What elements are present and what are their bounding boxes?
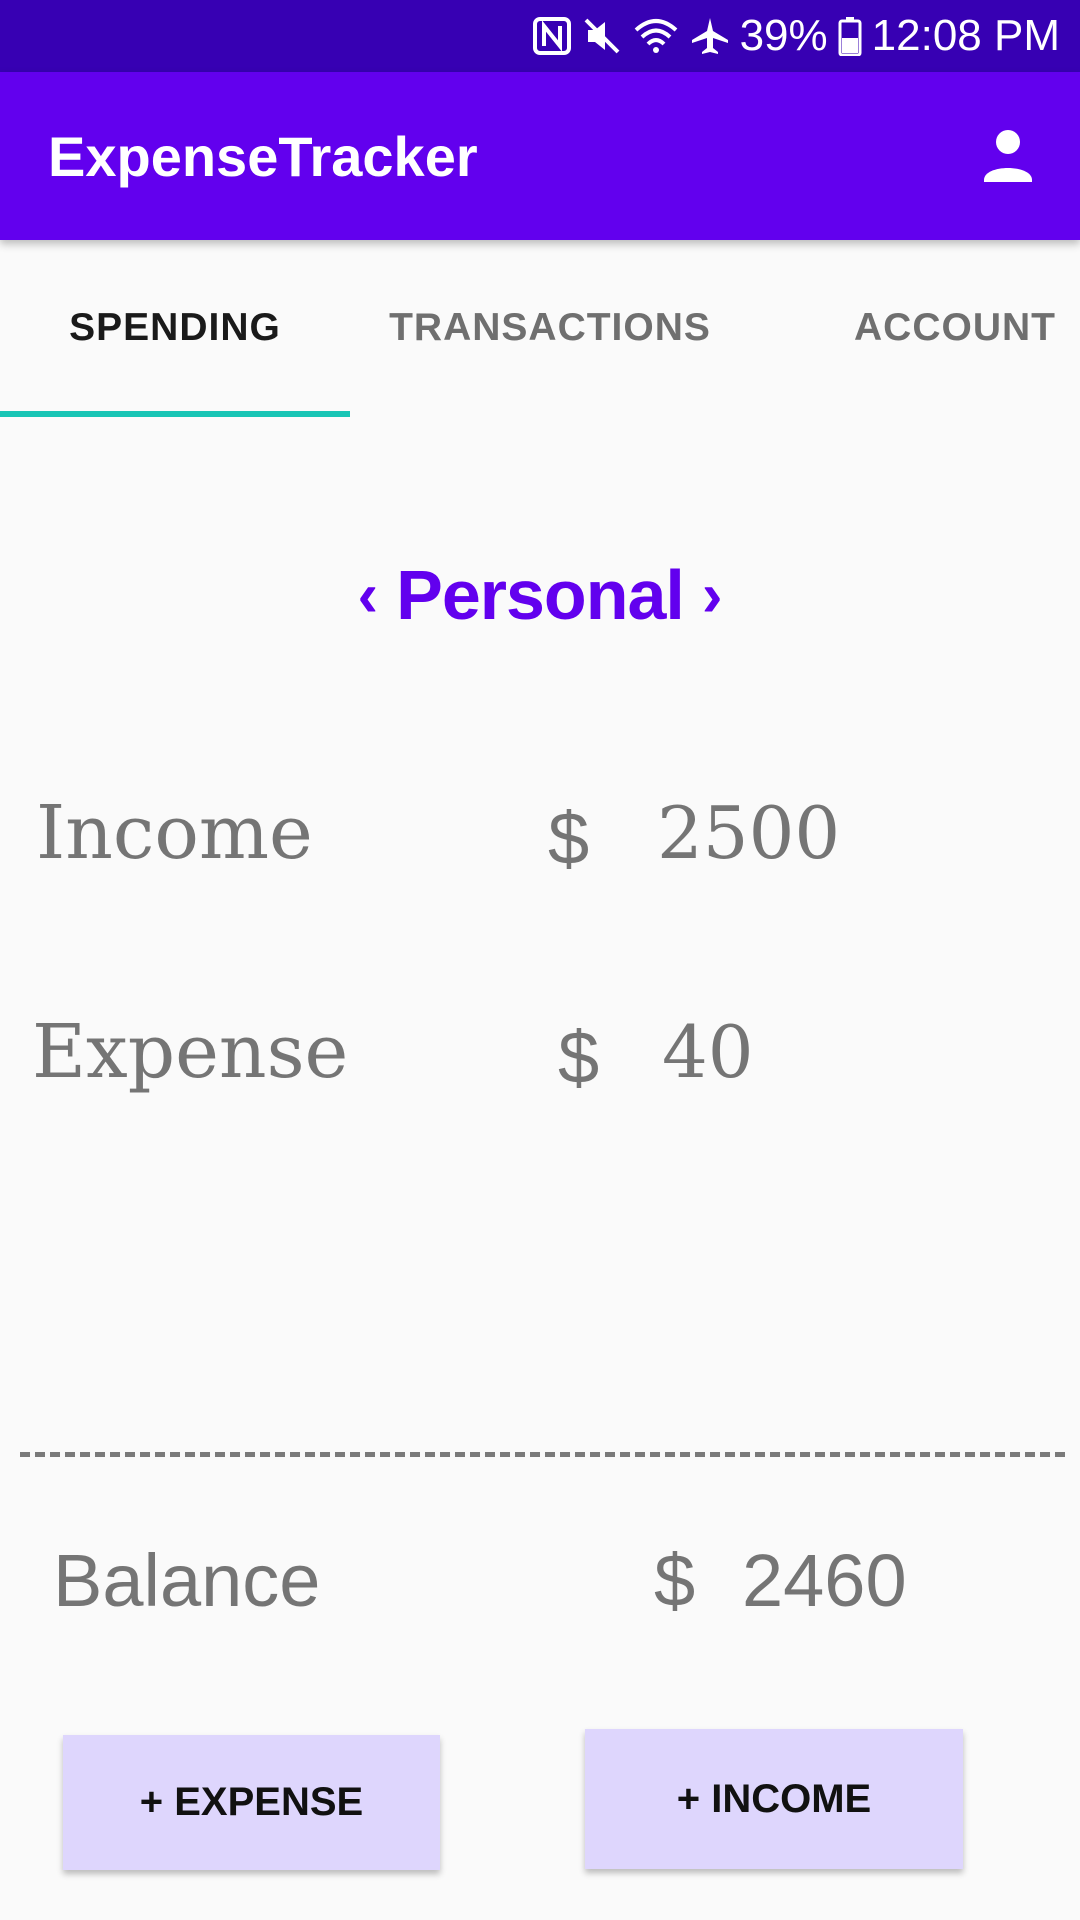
balance-divider [20, 1452, 1065, 1457]
expense-currency: $ [558, 1016, 600, 1099]
balance-label: Balance [53, 1539, 321, 1622]
app-title: ExpenseTracker [48, 124, 478, 188]
expense-value: 40 [662, 1010, 754, 1094]
status-time: 12:08 PM [871, 11, 1060, 60]
income-value: 2500 [657, 791, 841, 875]
tab-account[interactable]: ACCOUNT [840, 240, 1070, 416]
add-income-button[interactable]: + INCOME [585, 1729, 963, 1869]
status-icons: 39% 12:08 PM [532, 0, 1060, 72]
battery-percent: 39% [739, 11, 828, 60]
airplane-icon [690, 16, 730, 56]
next-wallet-button[interactable]: › [702, 560, 723, 631]
tab-indicator [0, 411, 350, 417]
tab-spending[interactable]: SPENDING [0, 240, 350, 416]
wallet-name: Personal [396, 556, 685, 634]
income-label: Income [36, 790, 313, 876]
balance-currency: $ [654, 1539, 696, 1622]
tab-transactions[interactable]: TRANSACTIONS [350, 240, 750, 416]
status-bar: 39% 12:08 PM [0, 0, 1080, 72]
wifi-icon [632, 16, 680, 56]
wallet-selector: ‹ Personal › [0, 550, 1080, 640]
income-currency: $ [548, 797, 590, 880]
balance-value: 2460 [742, 1539, 907, 1622]
expense-label: Expense [32, 1009, 349, 1095]
add-expense-button[interactable]: + EXPENSE [63, 1735, 440, 1870]
previous-wallet-button[interactable]: ‹ [357, 560, 378, 631]
battery-icon [838, 16, 862, 56]
mute-icon [582, 16, 622, 56]
account-icon[interactable] [976, 124, 1040, 188]
app-bar: ExpenseTracker [0, 72, 1080, 240]
tab-bar: SPENDING TRANSACTIONS ACCOUNT [0, 240, 1080, 417]
nfc-icon [532, 16, 572, 56]
